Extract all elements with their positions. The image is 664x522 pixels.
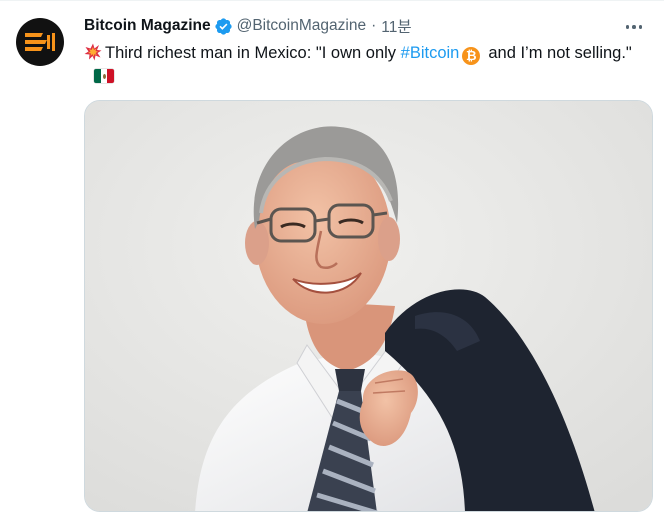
separator-dot: · [371,17,377,34]
portrait-photo [85,101,652,511]
avatar[interactable] [16,18,64,66]
more-options-icon[interactable] [622,15,646,39]
tweet-text-part2: and I’m not selling." [488,44,632,62]
tweet-text-part1: Third richest man in Mexico: "I own only [105,44,401,62]
bitcoin-magazine-logo-icon [25,33,55,51]
tweet[interactable]: Bitcoin Magazine @BitcoinMagazine · 11분 … [0,0,664,522]
tweet-timestamp[interactable]: 11분 [381,15,411,37]
bitcoin-emoji-icon: ₿ [462,47,481,65]
tweet-header: Bitcoin Magazine @BitcoinMagazine · 11분 [84,15,412,37]
tweet-photo[interactable] [84,100,653,512]
tweet-text: Third richest man in Mexico: "I own only… [84,41,644,89]
author-handle[interactable]: @BitcoinMagazine [237,17,366,35]
verified-badge-icon [214,17,232,35]
mexico-flag-icon [94,69,114,83]
hashtag-link[interactable]: #Bitcoin [401,44,460,62]
author-name[interactable]: Bitcoin Magazine [84,17,211,35]
collision-icon [84,43,102,61]
